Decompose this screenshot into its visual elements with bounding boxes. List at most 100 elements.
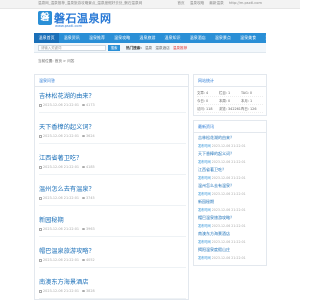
qa-item-meta: 2023-12-06 21:22:01 3963 bbox=[39, 227, 186, 231]
qa-item-date: 2023-12-06 21:22:01 bbox=[43, 196, 80, 200]
nav-item[interactable]: 温泉度假 bbox=[286, 33, 311, 43]
news-date: 2023-12-06 21:22:01 bbox=[211, 192, 246, 196]
hot-label: 热门搜索: bbox=[126, 46, 142, 50]
search-button[interactable]: 搜索 bbox=[108, 45, 120, 51]
top-link-mobile[interactable]: http://m.psxtl.com bbox=[229, 1, 262, 5]
stat-value: 本月: 1 bbox=[241, 99, 253, 103]
qa-item-meta: 2023-12-06 21:22:01 3828 bbox=[39, 289, 186, 293]
stats-panel: 网站统计 文章: 4 栏目: 1 TAG: 0 今日: 0 本周: 0 本月: 1 访问: … bbox=[193, 74, 267, 116]
top-bar: 温泉网_温泉推荐_温泉旅游攻略景点_温泉度假好去处_磐石温泉网 首页 温泉攻略 … bbox=[0, 0, 300, 9]
calendar-icon bbox=[39, 165, 42, 169]
qa-item-date: 2023-12-06 21:22:01 bbox=[43, 289, 80, 293]
news-date: 2023-12-06 21:22:01 bbox=[211, 240, 246, 244]
news-item: 天下香樟的起义词？ 发布时间 2023-12-06 21:22:01 bbox=[198, 151, 262, 167]
qa-item: 南澳东方海景酒店 2023-12-06 21:22:01 3828 bbox=[39, 277, 186, 299]
hot-item[interactable]: 温泉推荐 bbox=[173, 46, 187, 50]
nav-item[interactable]: 温泉问答 bbox=[311, 33, 320, 43]
news-item: 温州怎么去有温泉？ 发布时间 2023-12-06 21:22:01 bbox=[198, 183, 262, 199]
stats-row: 访问: 118 浏览: 342261 昨日: 126 bbox=[197, 105, 263, 113]
date-label: 发布时间 bbox=[198, 208, 211, 212]
news-item-date: 发布时间 2023-12-06 21:22:01 bbox=[198, 143, 262, 148]
views-icon bbox=[82, 166, 86, 168]
nav-item[interactable]: 温泉资讯 bbox=[59, 33, 84, 43]
divider bbox=[39, 236, 186, 237]
nav-item[interactable]: 温泉首页 bbox=[34, 33, 60, 43]
divider bbox=[39, 143, 186, 144]
nav-item[interactable]: 温泉攻略 bbox=[110, 33, 135, 43]
top-link-latest[interactable]: 最新温泉 bbox=[209, 1, 223, 5]
qa-item-views: 4052 bbox=[86, 258, 95, 262]
stats-panel-header: 网站统计 bbox=[194, 75, 266, 87]
search-input[interactable]: 请输入关键词 bbox=[38, 45, 106, 51]
views-icon bbox=[82, 104, 86, 106]
news-item-title[interactable]: 南澳东方海景酒店 bbox=[198, 231, 262, 237]
stat-value: 文章: 4 bbox=[197, 91, 209, 95]
qa-item-title[interactable]: 温州怎么去有温泉？ bbox=[39, 184, 186, 193]
news-item: 新园秘期发布时间 2023-12-06 21:22:01 bbox=[198, 199, 262, 215]
nav-item[interactable]: 温泉美食 bbox=[236, 33, 261, 43]
news-item: 南澳东方海景酒店 发布时间 2023-12-06 21:22:01 bbox=[198, 231, 262, 247]
news-item-title[interactable]: 帽巴温泉旅游攻略？ bbox=[198, 215, 262, 221]
news-date: 2023-12-06 21:22:01 bbox=[211, 176, 246, 180]
date-label: 发布时间 bbox=[198, 144, 211, 148]
date-label: 发布时间 bbox=[198, 192, 211, 196]
top-link-home[interactable]: 首页 bbox=[177, 1, 184, 5]
top-links: 首页 温泉攻略 最新温泉 http://m.psxtl.com bbox=[173, 1, 262, 6]
qa-item-date: 2023-12-06 21:22:01 bbox=[43, 103, 80, 107]
qa-item-title[interactable]: 帽巴温泉旅游攻略？ bbox=[39, 246, 186, 255]
qa-item: 天下香樟的起义词？ 2023-12-06 21:22:01 3624 bbox=[39, 122, 186, 144]
qa-item-title[interactable]: 天下香樟的起义词？ bbox=[39, 122, 186, 131]
calendar-icon bbox=[39, 196, 42, 200]
date-label: 发布时间 bbox=[198, 160, 211, 164]
news-item-date: 发布时间 2023-12-06 21:22:01 bbox=[198, 191, 262, 196]
top-link-guide[interactable]: 温泉攻略 bbox=[190, 1, 204, 5]
qa-item-title[interactable]: 吉林松花湖的由来？ bbox=[39, 91, 186, 100]
news-item-title[interactable]: 天下香樟的起义词？ bbox=[198, 151, 262, 157]
views-icon bbox=[82, 290, 86, 292]
hot-searches: 热门搜索: 温泉 温泉酒店 温泉推荐 bbox=[126, 45, 187, 51]
search-bar: 请输入关键词 搜索 热门搜索: 温泉 温泉酒店 温泉推荐 bbox=[34, 43, 266, 53]
logo-mark-icon: 磐 bbox=[38, 11, 52, 25]
logo-url: www.psxtl.com bbox=[55, 24, 83, 28]
qa-item-title[interactable]: 新园秘期 bbox=[39, 215, 186, 224]
qa-item: 温州怎么去有温泉？ 2023-12-06 21:22:01 3745 bbox=[39, 184, 186, 206]
stat-value: 今日: 0 bbox=[197, 99, 209, 103]
calendar-icon bbox=[39, 258, 42, 262]
divider bbox=[39, 174, 186, 175]
news-item-title[interactable]: 吉林松花湖的由来？ bbox=[198, 135, 262, 141]
main-nav: 温泉首页 温泉资讯 温泉推荐 温泉攻略 温泉旅游 温泉知识 温泉酒店 温泉景点 温泉美食 温泉排名… bbox=[34, 33, 320, 43]
qa-item-title[interactable]: 江西省著卫吃？ bbox=[39, 153, 186, 162]
news-item-date: 发布时间 2023-12-06 21:22:01 bbox=[198, 223, 262, 228]
nav-item[interactable]: 温泉酒店 bbox=[185, 33, 210, 43]
news-item-title[interactable]: 江西省著卫吃？ bbox=[198, 167, 262, 173]
qa-item: 新园秘期 2023-12-06 21:22:01 3963 bbox=[39, 215, 186, 237]
nav-item[interactable]: 温泉景点 bbox=[210, 33, 235, 43]
news-date: 2023-12-06 21:22:01 bbox=[211, 224, 246, 228]
qa-item: 帽巴温泉旅游攻略？ 2023-12-06 21:22:01 4052 bbox=[39, 246, 186, 268]
calendar-icon bbox=[39, 289, 42, 293]
news-item-date: 发布时间 2023-12-06 21:22:01 bbox=[198, 159, 262, 164]
news-item-title[interactable]: 新园秘期 bbox=[198, 199, 262, 205]
site-logo[interactable]: 磐 磐石温泉网 www.psxtl.com bbox=[38, 10, 111, 33]
stat-value: 栏目: 1 bbox=[219, 91, 231, 95]
nav-item[interactable]: 温泉排名 bbox=[261, 33, 286, 43]
hot-item[interactable]: 温泉 bbox=[145, 46, 152, 50]
qa-list-header: 温泉问答 bbox=[35, 75, 188, 87]
nav-item[interactable]: 温泉推荐 bbox=[84, 33, 109, 43]
news-date: 2023-12-06 21:22:01 bbox=[211, 208, 246, 212]
date-label: 发布时间 bbox=[198, 176, 211, 180]
nav-item[interactable]: 温泉知识 bbox=[160, 33, 185, 43]
qa-item-views: 3624 bbox=[86, 134, 95, 138]
qa-item-views: 3963 bbox=[86, 227, 95, 231]
hot-item[interactable]: 温泉酒店 bbox=[155, 46, 169, 50]
news-item: 揭阳温泉度假山庄 发布时间 2023-12-06 21:22:01 bbox=[198, 247, 262, 263]
qa-item-meta: 2023-12-06 21:22:01 3745 bbox=[39, 196, 186, 200]
qa-list: 温泉问答 吉林松花湖的由来？ 2023-12-06 21:22:01 4173 天下香… bbox=[34, 74, 189, 300]
calendar-icon bbox=[39, 134, 42, 138]
qa-item-title[interactable]: 南澳东方海景酒店 bbox=[39, 277, 186, 286]
news-item: 江西省著卫吃？ 发布时间 2023-12-06 21:22:01 bbox=[198, 167, 262, 183]
news-item-title[interactable]: 揭阳温泉度假山庄 bbox=[198, 247, 262, 253]
news-item-title[interactable]: 温州怎么去有温泉？ bbox=[198, 183, 262, 189]
nav-item[interactable]: 温泉旅游 bbox=[135, 33, 160, 43]
stat-value: 昨日: 126 bbox=[241, 107, 257, 111]
